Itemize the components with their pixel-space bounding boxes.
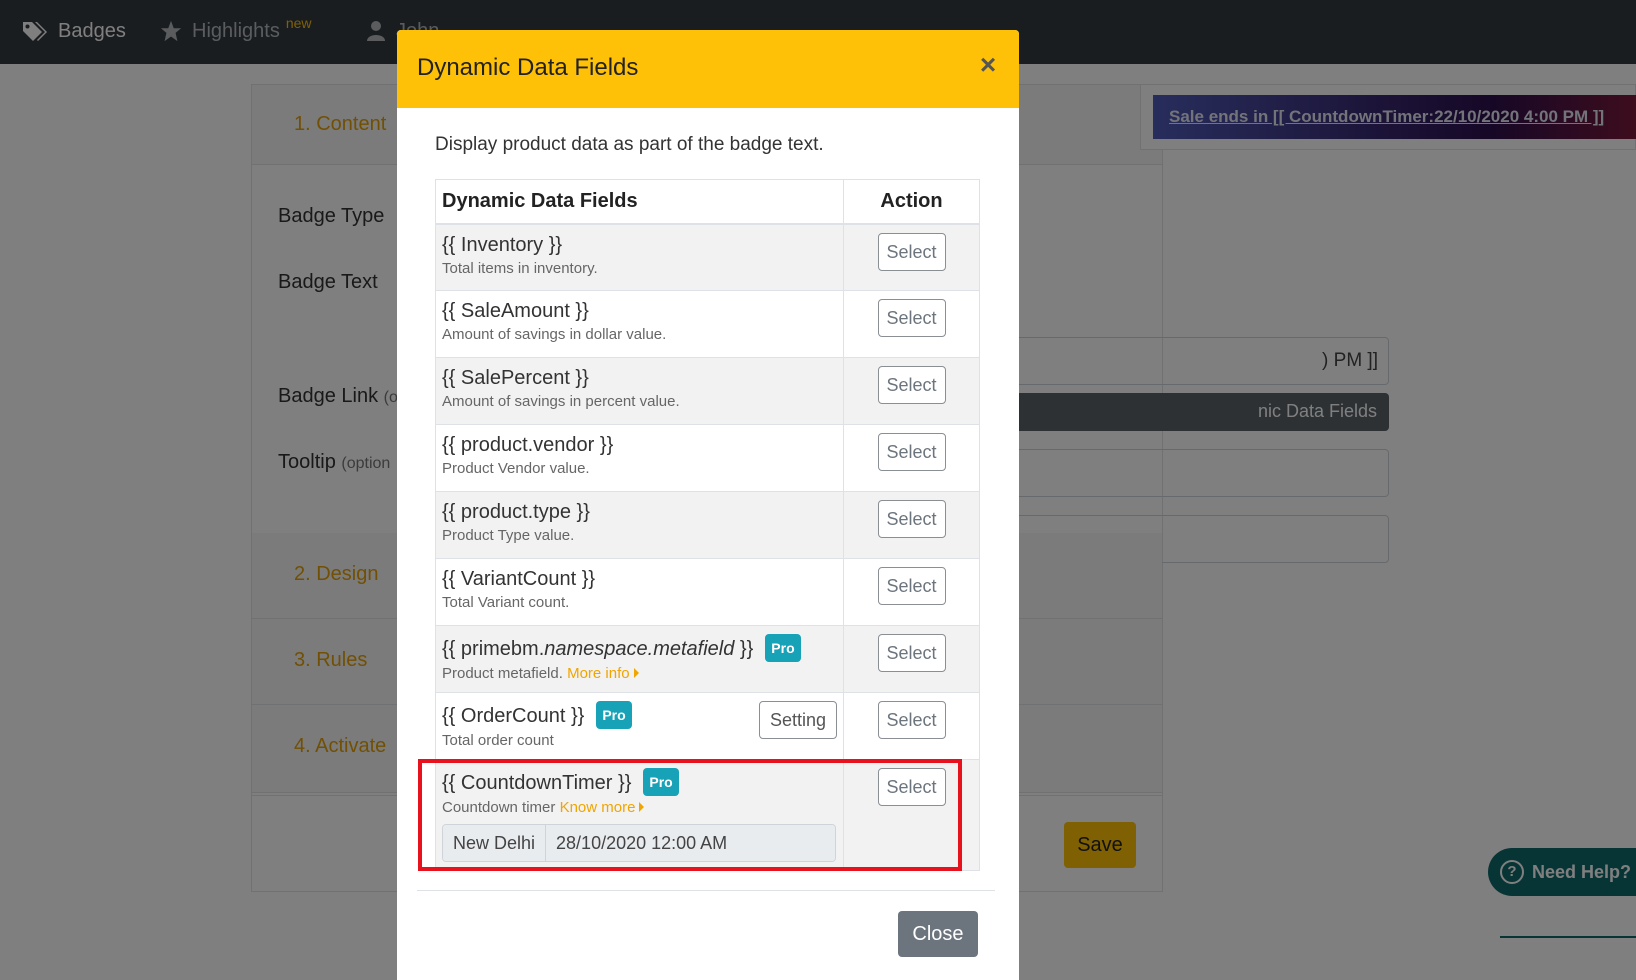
field-description: Product metafield. More info [442, 665, 837, 682]
setting-button[interactable]: Setting [759, 701, 837, 739]
field-description: Product Type value. [442, 527, 575, 544]
table-row: {{ OrderCount }} Pro Total order count Se… [435, 692, 980, 760]
close-button[interactable]: Close [898, 911, 978, 957]
field-description: Amount of savings in dollar value. [442, 326, 667, 343]
field-description: Total items in inventory. [442, 259, 598, 277]
field-cell: {{ primebm.namespace.metafield }} Pro Pro… [435, 625, 844, 693]
action-cell: Select [843, 692, 980, 760]
field-name: {{ Inventory }} [442, 233, 563, 256]
select-button[interactable]: Select [877, 366, 946, 404]
pro-badge: Pro [765, 634, 801, 662]
field-cell: {{ SaleAmount }} Amount of savings in do… [435, 290, 844, 358]
field-name-italic: namespace.metafield [544, 638, 735, 660]
field-cell: {{ VariantCount }} Total Variant count. [435, 558, 844, 626]
field-cell: {{ OrderCount }} Pro Total order count Se… [435, 692, 844, 760]
field-cell: {{ product.vendor }} Product Vendor valu… [435, 424, 844, 492]
field-description: Total Variant count. [442, 594, 570, 611]
table-row: {{ VariantCount }} Total Variant count. … [435, 558, 980, 626]
field-name: {{ VariantCount }} [442, 568, 596, 590]
table-row: {{ product.vendor }} Product Vendor valu… [435, 424, 980, 492]
action-cell: Select [843, 290, 980, 358]
modal-intro-text: Display product data as part of the badg… [435, 134, 824, 155]
action-cell: Select [843, 357, 980, 425]
field-name: {{ product.type }} [442, 501, 590, 523]
highlight-annotation-box [418, 759, 962, 871]
table-row: {{ primebm.namespace.metafield }} Pro Pro… [435, 625, 980, 693]
action-cell: Select [843, 558, 980, 626]
field-name: {{ product.vendor }} [442, 434, 614, 456]
select-button[interactable]: Select [877, 299, 946, 337]
field-description: Product Vendor value. [442, 460, 590, 477]
column-header-action: Action [843, 179, 980, 225]
field-cell: {{ SalePercent }} Amount of savings in p… [435, 357, 844, 425]
select-button[interactable]: Select [877, 701, 946, 739]
field-cell: {{ Inventory }} Total items in inventory… [435, 223, 844, 291]
field-description: Amount of savings in percent value. [442, 393, 680, 410]
table-row: {{ Inventory }} Total items in inventory… [435, 223, 980, 291]
table-row: {{ SaleAmount }} Amount of savings in do… [435, 290, 980, 358]
select-button[interactable]: Select [877, 232, 946, 271]
modal-header: Dynamic Data Fields × [397, 30, 1019, 108]
select-button[interactable]: Select [877, 500, 946, 538]
column-header-fields: Dynamic Data Fields [435, 179, 844, 225]
field-name: {{ SaleAmount }} [442, 300, 589, 322]
select-button[interactable]: Select [877, 433, 946, 471]
field-name: {{ primebm.namespace.metafield }} Pro [442, 634, 837, 662]
caret-right-icon [633, 668, 639, 678]
modal-footer-divider [417, 890, 995, 891]
action-cell: Select [843, 223, 980, 291]
modal-title: Dynamic Data Fields [417, 54, 639, 81]
field-name: {{ SalePercent }} [442, 367, 589, 389]
table-row: {{ SalePercent }} Amount of savings in p… [435, 357, 980, 425]
field-cell: {{ product.type }} Product Type value. [435, 491, 844, 559]
action-cell: Select [843, 625, 980, 693]
action-cell: Select [843, 424, 980, 492]
table-row: {{ product.type }} Product Type value. S… [435, 491, 980, 559]
table-header-row: Dynamic Data Fields Action [435, 179, 980, 225]
action-cell: Select [843, 491, 980, 559]
more-info-link[interactable]: More info [567, 665, 639, 682]
select-button[interactable]: Select [877, 567, 946, 605]
close-icon[interactable]: × [973, 51, 1003, 82]
select-button[interactable]: Select [877, 634, 946, 672]
pro-badge: Pro [596, 701, 632, 729]
